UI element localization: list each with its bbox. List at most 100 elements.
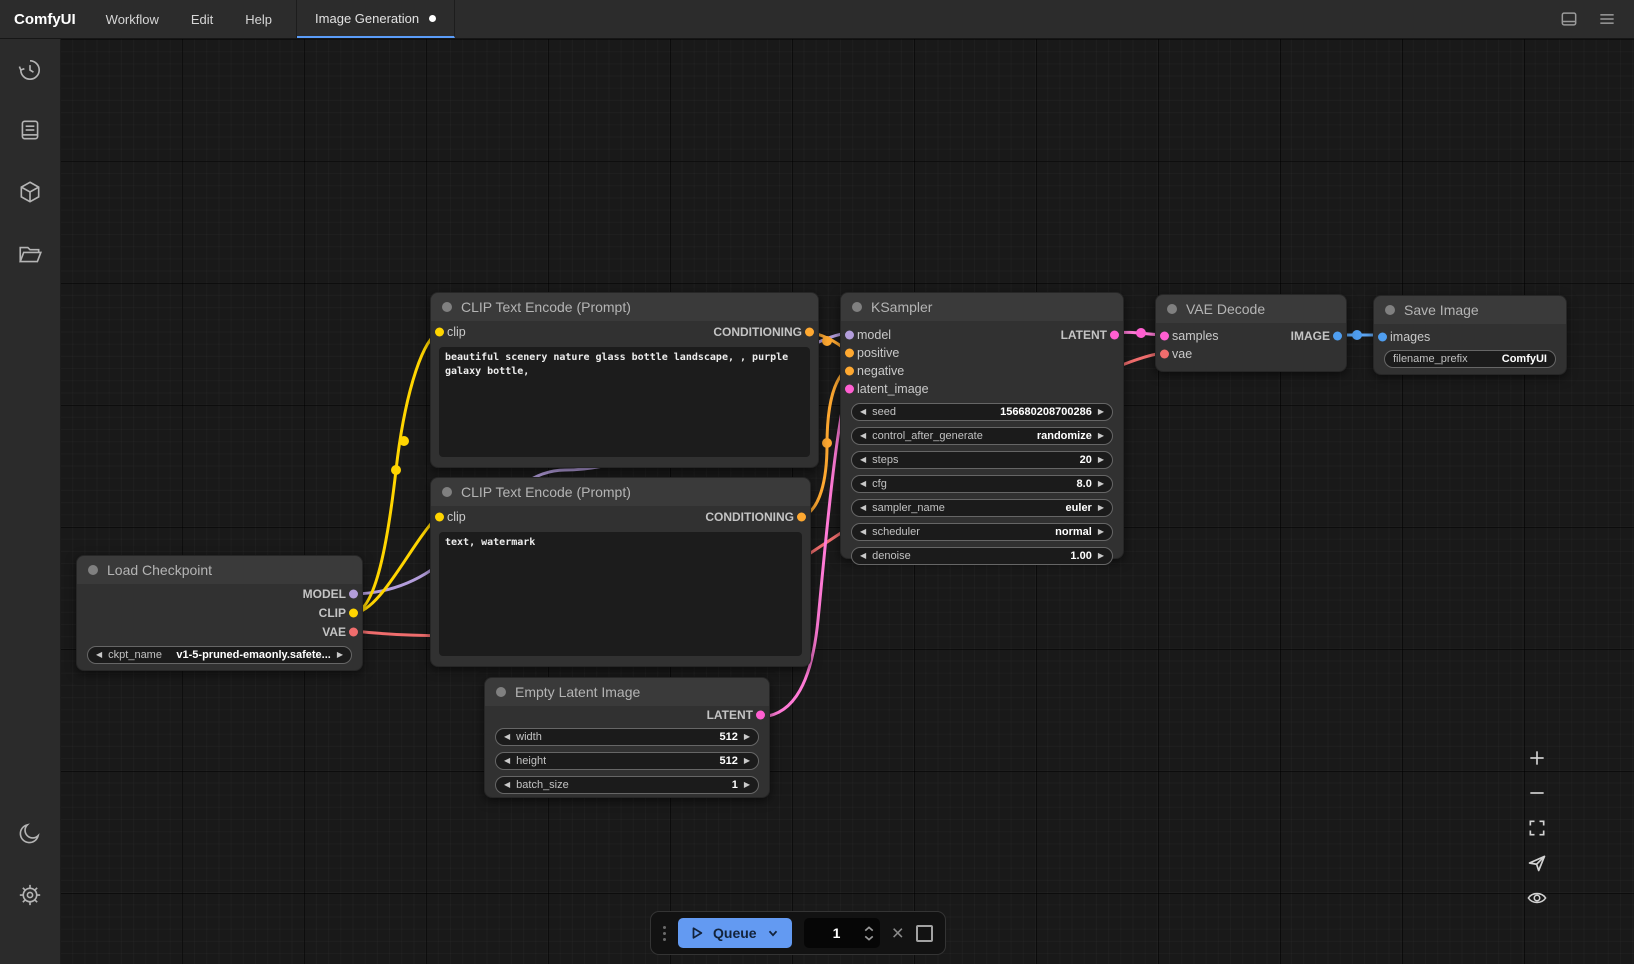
decrement-icon[interactable]: ◀ <box>96 651 102 659</box>
increment-icon[interactable]: ▶ <box>1098 528 1104 536</box>
increment-icon[interactable]: ▶ <box>337 651 343 659</box>
node-title: KSampler <box>871 299 932 315</box>
prompt-textarea[interactable]: text, watermark <box>439 532 802 656</box>
decrement-icon[interactable]: ◀ <box>860 456 866 464</box>
widget-name: sampler_name <box>872 502 945 514</box>
node-title-bar[interactable]: CLIP Text Encode (Prompt) <box>431 478 810 506</box>
drag-handle[interactable] <box>663 926 666 941</box>
node-title-bar[interactable]: CLIP Text Encode (Prompt) <box>431 293 818 321</box>
increment-icon[interactable]: ▶ <box>1098 408 1104 416</box>
batch-count-input[interactable]: 1 <box>804 918 880 948</box>
decrement-icon[interactable]: ◀ <box>504 781 510 789</box>
node-title-bar[interactable]: Load Checkpoint <box>77 556 362 584</box>
sidebar-item-workflows[interactable] <box>17 241 43 267</box>
node-title-bar[interactable]: VAE Decode <box>1156 295 1346 323</box>
sidebar-item-queue[interactable] <box>17 117 43 143</box>
decrement-icon[interactable]: ◀ <box>860 432 866 440</box>
slot-label-image: IMAGE <box>1291 329 1330 343</box>
slot-label-conditioning: CONDITIONING <box>713 325 802 339</box>
output-slot-conditioning[interactable] <box>797 513 806 522</box>
history-icon <box>17 57 43 83</box>
output-slot-latent[interactable] <box>1110 331 1119 340</box>
widget-cfg[interactable]: ◀ cfg 8.0 ▶ <box>851 475 1113 493</box>
input-slot-negative[interactable] <box>845 367 854 376</box>
interrupt-button[interactable] <box>916 925 933 942</box>
toggle-links-button[interactable] <box>1522 884 1552 911</box>
node-clip-text-encode-negative[interactable]: CLIP Text Encode (Prompt) clip CONDITION… <box>430 477 811 667</box>
sidebar-item-history[interactable] <box>17 57 43 83</box>
node-title: Load Checkpoint <box>107 562 212 578</box>
decrement-icon[interactable]: ◀ <box>860 528 866 536</box>
menu-workflow[interactable]: Workflow <box>90 0 175 38</box>
widget-control-after-generate[interactable]: ◀ control_after_generate randomize ▶ <box>851 427 1113 445</box>
widget-sampler-name[interactable]: ◀ sampler_name euler ▶ <box>851 499 1113 517</box>
increment-icon[interactable]: ▶ <box>1098 456 1104 464</box>
menu-help[interactable]: Help <box>229 0 288 38</box>
widget-batch-size[interactable]: ◀ batch_size 1 ▶ <box>495 776 759 794</box>
clear-queue-button[interactable]: × <box>892 923 904 944</box>
output-slot-latent[interactable] <box>756 711 765 720</box>
input-slot-latent-image[interactable] <box>845 385 854 394</box>
node-title-bar[interactable]: Empty Latent Image <box>485 678 769 706</box>
increment-icon[interactable]: ▶ <box>1098 504 1104 512</box>
queue-button[interactable]: Queue <box>678 918 792 948</box>
node-save-image[interactable]: Save Image images filename_prefix ComfyU… <box>1373 295 1567 375</box>
output-slot-conditioning[interactable] <box>805 328 814 337</box>
input-slot-images[interactable] <box>1378 333 1387 342</box>
node-vae-decode[interactable]: VAE Decode samples IMAGE vae <box>1155 294 1347 372</box>
menu-edit[interactable]: Edit <box>175 0 229 38</box>
widget-height[interactable]: ◀ height 512 ▶ <box>495 752 759 770</box>
widget-denoise[interactable]: ◀ denoise 1.00 ▶ <box>851 547 1113 565</box>
zoom-out-button[interactable] <box>1522 779 1552 806</box>
increment-icon[interactable]: ▶ <box>1098 552 1104 560</box>
sidebar-item-node-library[interactable] <box>17 179 43 205</box>
decrement-icon[interactable]: ◀ <box>860 408 866 416</box>
batch-count-value[interactable]: 1 <box>818 925 856 941</box>
decrement-icon[interactable]: ◀ <box>860 552 866 560</box>
sidebar-item-settings[interactable] <box>17 882 43 908</box>
zoom-in-button[interactable] <box>1522 744 1552 771</box>
stepper-down-icon[interactable] <box>864 935 874 941</box>
increment-icon[interactable]: ▶ <box>744 757 750 765</box>
input-slot-samples[interactable] <box>1160 332 1169 341</box>
widget-seed[interactable]: ◀ seed 156680208700286 ▶ <box>851 403 1113 421</box>
widget-steps[interactable]: ◀ steps 20 ▶ <box>851 451 1113 469</box>
decrement-icon[interactable]: ◀ <box>860 504 866 512</box>
input-slot-model[interactable] <box>845 331 854 340</box>
main-menu-button[interactable] <box>1596 8 1618 30</box>
output-slot-image[interactable] <box>1333 332 1342 341</box>
increment-icon[interactable]: ▶ <box>1098 480 1104 488</box>
decrement-icon[interactable]: ◀ <box>860 480 866 488</box>
output-slot-clip[interactable] <box>349 608 358 617</box>
fit-view-button[interactable] <box>1522 814 1552 841</box>
input-slot-vae[interactable] <box>1160 350 1169 359</box>
node-ksampler[interactable]: KSampler model LATENT positive negative … <box>840 292 1124 559</box>
decrement-icon[interactable]: ◀ <box>504 757 510 765</box>
input-slot-clip[interactable] <box>435 328 444 337</box>
output-slot-vae[interactable] <box>349 627 358 636</box>
widget-scheduler[interactable]: ◀ scheduler normal ▶ <box>851 523 1113 541</box>
chevron-down-icon[interactable] <box>766 926 780 940</box>
increment-icon[interactable]: ▶ <box>744 733 750 741</box>
prompt-textarea[interactable]: beautiful scenery nature glass bottle la… <box>439 347 810 457</box>
node-status-dot <box>1385 305 1395 315</box>
output-slot-model[interactable] <box>349 589 358 598</box>
node-load-checkpoint[interactable]: Load Checkpoint MODEL CLIP VAE ◀ ckpt_na… <box>76 555 363 671</box>
tab-image-generation[interactable]: Image Generation <box>297 0 455 38</box>
widget-width[interactable]: ◀ width 512 ▶ <box>495 728 759 746</box>
stepper-up-icon[interactable] <box>864 926 874 932</box>
increment-icon[interactable]: ▶ <box>1098 432 1104 440</box>
node-empty-latent-image[interactable]: Empty Latent Image LATENT ◀ width 512 ▶ … <box>484 677 770 798</box>
node-title-bar[interactable]: Save Image <box>1374 296 1566 324</box>
input-slot-positive[interactable] <box>845 349 854 358</box>
sidebar-item-theme-toggle[interactable] <box>17 820 43 846</box>
node-clip-text-encode-positive[interactable]: CLIP Text Encode (Prompt) clip CONDITION… <box>430 292 819 468</box>
node-title-bar[interactable]: KSampler <box>841 293 1123 321</box>
bottom-panel-toggle-button[interactable] <box>1558 8 1580 30</box>
input-slot-clip[interactable] <box>435 513 444 522</box>
widget-ckpt-name[interactable]: ◀ ckpt_name v1-5-pruned-emaonly.safete..… <box>87 646 352 664</box>
widget-filename-prefix[interactable]: filename_prefix ComfyUI <box>1384 350 1556 368</box>
increment-icon[interactable]: ▶ <box>744 781 750 789</box>
decrement-icon[interactable]: ◀ <box>504 733 510 741</box>
pointer-mode-button[interactable] <box>1522 849 1552 876</box>
